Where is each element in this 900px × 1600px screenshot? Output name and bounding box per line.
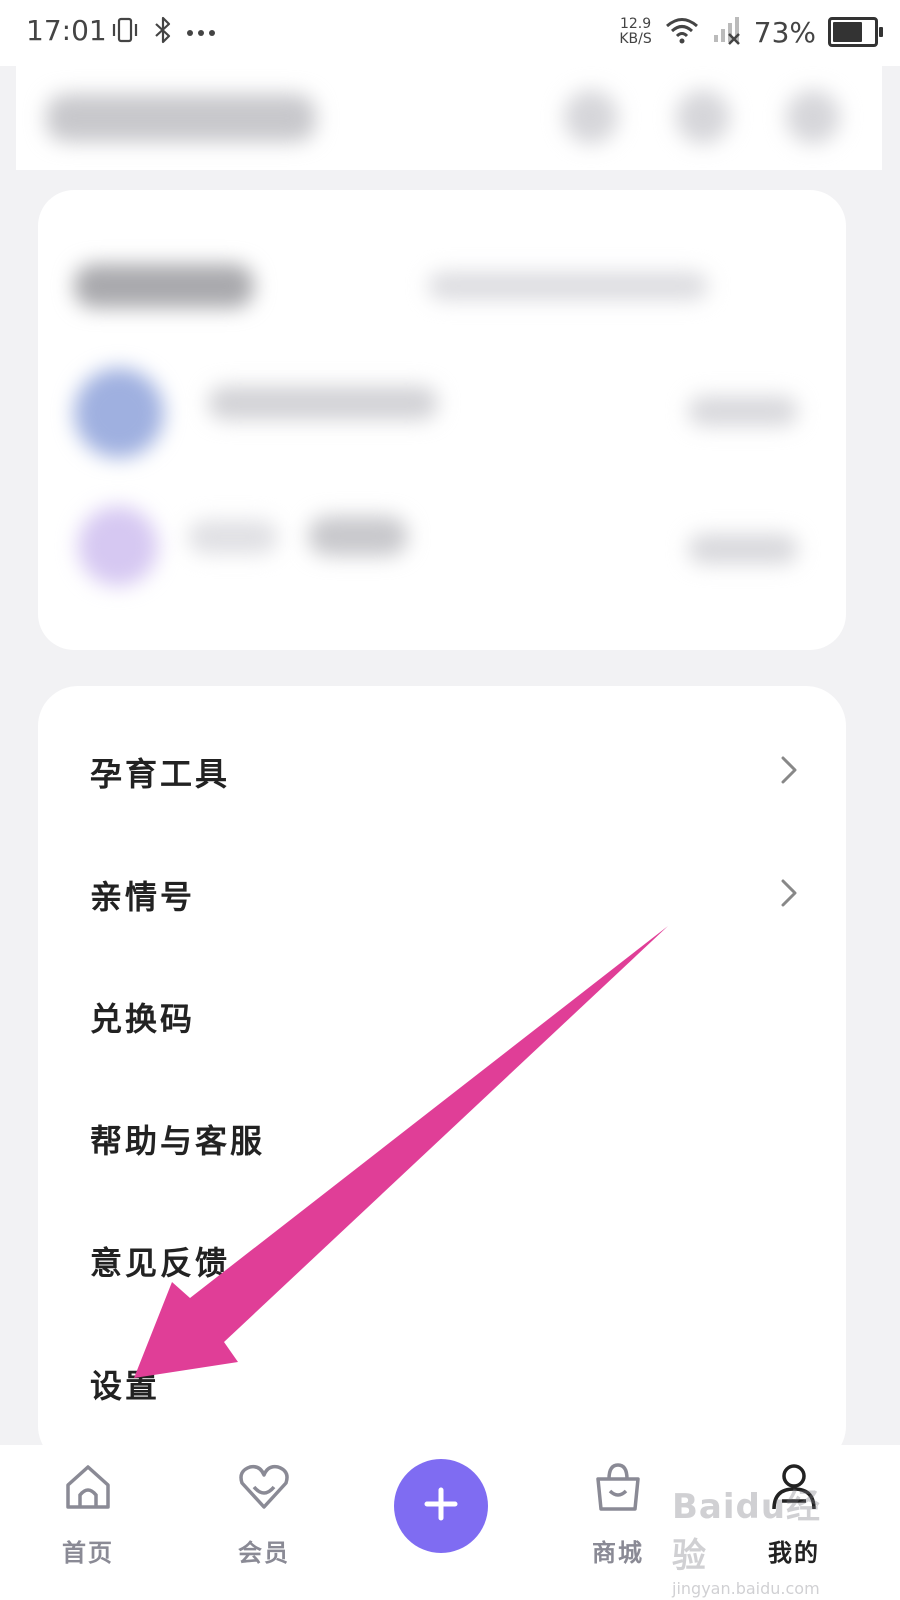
status-bar: 17:01 12.9 KB/S 73% [0, 0, 900, 66]
more-dots-icon [186, 23, 216, 42]
shopping-bag-icon [590, 1459, 646, 1519]
blurred-avatar [74, 368, 164, 458]
baidu-watermark: Baidu经验 jingyan.baidu.com [672, 1479, 842, 1598]
bluetooth-icon [152, 15, 174, 49]
signal-icon [712, 15, 742, 49]
chevron-right-icon [780, 878, 798, 912]
battery-tip [879, 27, 883, 37]
net-speed: 12.9 KB/S [619, 17, 651, 47]
menu-card: 孕育工具 亲情号 兑换码 帮助与客服 意见反馈 设置 [38, 686, 846, 1466]
blurred-title [74, 264, 254, 308]
add-button[interactable] [394, 1459, 488, 1553]
tab-membership[interactable]: 会员 [204, 1459, 324, 1568]
blurred-text [308, 516, 408, 556]
tab-label: 首页 [62, 1538, 114, 1567]
menu-item-label: 兑换码 [90, 1000, 196, 1038]
tab-shop[interactable]: 商城 [558, 1459, 678, 1568]
status-right: 12.9 KB/S 73% [619, 12, 883, 52]
watermark-url: jingyan.baidu.com [672, 1579, 820, 1598]
status-time: 17:01 [26, 14, 107, 47]
menu-item-settings[interactable]: 设置 [38, 1334, 846, 1434]
vibrate-icon [110, 15, 140, 49]
status-icons-left [110, 14, 216, 50]
menu-item-pregnancy-tools[interactable]: 孕育工具 [38, 722, 846, 822]
blurred-text [188, 520, 278, 554]
top-header-blurred [16, 66, 882, 170]
blurred-avatar [78, 506, 158, 586]
blurred-header-icon [676, 90, 730, 144]
wifi-icon [664, 15, 700, 49]
battery-percent: 73% [753, 15, 816, 49]
menu-item-family-account[interactable]: 亲情号 [38, 845, 846, 945]
menu-item-help-support[interactable]: 帮助与客服 [38, 1089, 846, 1189]
blurred-text [208, 386, 438, 420]
menu-item-label: 帮助与客服 [90, 1122, 266, 1160]
blurred-text [688, 534, 798, 564]
net-speed-unit: KB/S [619, 31, 652, 47]
battery-icon [828, 17, 883, 47]
blurred-header-icon [786, 90, 840, 144]
tab-home[interactable]: 首页 [28, 1459, 148, 1568]
menu-item-label: 设置 [90, 1367, 161, 1405]
tab-label: 会员 [238, 1538, 290, 1567]
heart-icon [234, 1459, 294, 1519]
menu-item-redeem-code[interactable]: 兑换码 [38, 967, 846, 1067]
menu-item-feedback[interactable]: 意见反馈 [38, 1211, 846, 1311]
plus-icon [423, 1486, 459, 1526]
blurred-text [688, 396, 798, 426]
blurred-subtitle [428, 272, 708, 300]
net-speed-value: 12.9 [619, 16, 652, 32]
tab-label: 商城 [592, 1538, 644, 1567]
blurred-username [46, 94, 316, 142]
profile-card-blurred [38, 190, 846, 650]
blurred-header-icon [564, 90, 618, 144]
menu-item-label: 孕育工具 [90, 755, 231, 793]
menu-item-label: 意见反馈 [90, 1244, 231, 1282]
watermark-brand: Baidu经验 [672, 1487, 822, 1576]
battery-fill [833, 22, 863, 42]
home-icon [60, 1459, 116, 1519]
menu-item-label: 亲情号 [90, 878, 196, 916]
chevron-right-icon [780, 755, 798, 789]
bottom-tab-bar: 首页 会员 商城 我的 Baidu经验 jingyan.baidu.com [0, 1445, 900, 1600]
